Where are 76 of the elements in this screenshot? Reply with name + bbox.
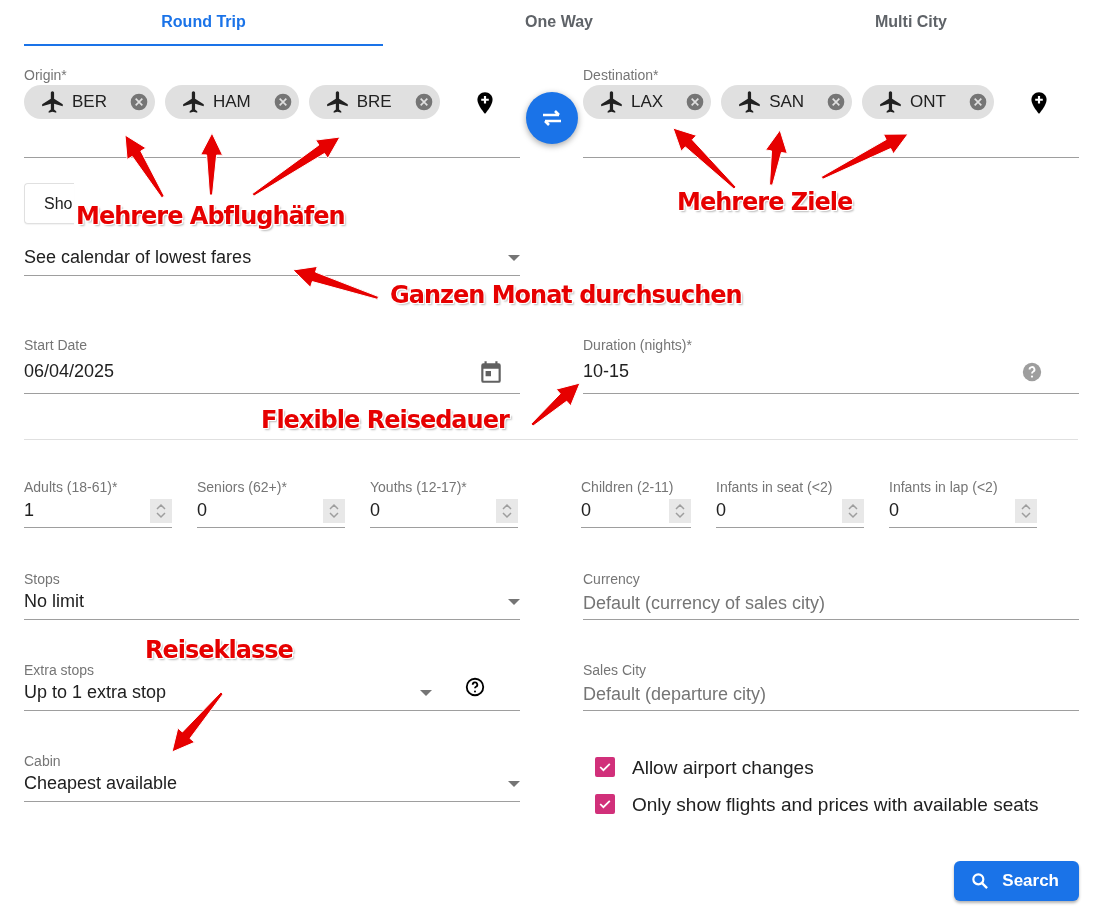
number-field[interactable]: 0 (889, 496, 1037, 528)
annotation-arrow (124, 134, 165, 199)
spinner-icon[interactable] (496, 498, 518, 523)
annotation-text: Mehrere Abflughäfen (76, 202, 345, 230)
airplane-icon (40, 89, 66, 115)
start-date-field[interactable]: 06/04/2025 (24, 354, 520, 394)
search-icon (970, 871, 991, 891)
search-button[interactable]: Search (954, 861, 1079, 901)
field-label: Origin* (24, 66, 67, 84)
airport-chip[interactable]: BRE (308, 85, 440, 119)
annotation-arrow (200, 132, 224, 196)
field-label: Infants in seat (<2) (716, 478, 833, 496)
checkbox[interactable] (595, 794, 615, 814)
stops-select[interactable]: No limit (24, 588, 520, 620)
field-label: Sales City (583, 661, 647, 679)
spinner-icon[interactable] (1015, 498, 1037, 523)
airport-chip[interactable]: BER (24, 85, 155, 119)
spinner-icon[interactable] (669, 498, 691, 523)
origin-field[interactable]: BER HAM BRE (24, 84, 520, 158)
field-label: Infants in lap (<2) (889, 478, 998, 496)
number-field[interactable]: 0 (716, 496, 864, 528)
annotation-text: Reiseklasse (145, 636, 293, 664)
annotation-arrow (672, 127, 737, 190)
dropdown-icon (420, 689, 432, 696)
annotation-arrow (765, 129, 788, 186)
number-field[interactable]: 0 (370, 496, 518, 528)
field-label: Extra stops (24, 661, 95, 679)
annotation-text: Ganzen Monat durchsuchen (390, 281, 742, 309)
field-label: Youths (12-17)* (370, 478, 467, 496)
checkbox[interactable] (595, 757, 615, 777)
spinner-icon[interactable] (150, 498, 172, 523)
field-label: Start Date (24, 336, 88, 354)
airport-chip[interactable]: LAX (583, 85, 712, 119)
spinner-icon[interactable] (842, 498, 864, 523)
number-field[interactable]: 0 (581, 496, 691, 528)
trip-tab[interactable]: One Way (383, 0, 735, 46)
field-label: Cabin (24, 752, 61, 770)
annotation-text: Flexible Reisedauer (261, 406, 509, 434)
duration-field[interactable]: 10-15 (583, 354, 1079, 394)
trip-tab[interactable]: Multi City (735, 0, 1087, 46)
airplane-icon (599, 89, 625, 115)
airport-chip[interactable]: ONT (862, 85, 994, 119)
field-label: Destination* (583, 66, 659, 84)
swap-button[interactable] (525, 92, 578, 144)
remove-icon[interactable] (685, 92, 706, 112)
dropdown-icon (508, 254, 520, 261)
field-label: Currency (583, 570, 640, 588)
number-field[interactable]: 0 (197, 496, 345, 528)
checkbox-label: Allow airport changes (632, 756, 815, 780)
airplane-icon (180, 89, 207, 115)
remove-icon[interactable] (128, 92, 149, 112)
field-label: Adults (18-61)* (24, 478, 118, 496)
calendar-icon[interactable] (478, 358, 504, 385)
cabin-select[interactable]: Cheapest available (24, 770, 520, 802)
annotation-text: Mehrere Ziele (677, 188, 853, 216)
checkbox-label: Only show flights and prices with available seats (632, 793, 1040, 817)
field-label: Children (2-11) (581, 478, 674, 496)
remove-icon[interactable] (826, 92, 847, 112)
field-label: Stops (24, 570, 60, 588)
help-icon[interactable] (464, 675, 486, 698)
annotation-arrow (171, 691, 224, 753)
annotation-arrow (530, 382, 581, 427)
airport-chip[interactable]: HAM (164, 85, 299, 119)
field-label: Seniors (62+)* (197, 478, 287, 496)
advanced-controls-button[interactable]: Sho (24, 183, 74, 224)
remove-icon[interactable] (968, 92, 988, 112)
remove-icon[interactable] (413, 92, 434, 112)
spinner-icon[interactable] (323, 498, 345, 523)
airport-chip[interactable]: SAN (721, 85, 853, 119)
dropdown-icon (508, 780, 520, 787)
airplane-icon (324, 89, 351, 115)
trip-tab[interactable]: Round Trip (24, 0, 383, 46)
field-label: Duration (nights)* (583, 336, 692, 354)
number-field[interactable]: 1 (24, 496, 172, 528)
dropdown-icon (508, 598, 520, 605)
remove-icon[interactable] (272, 92, 293, 112)
